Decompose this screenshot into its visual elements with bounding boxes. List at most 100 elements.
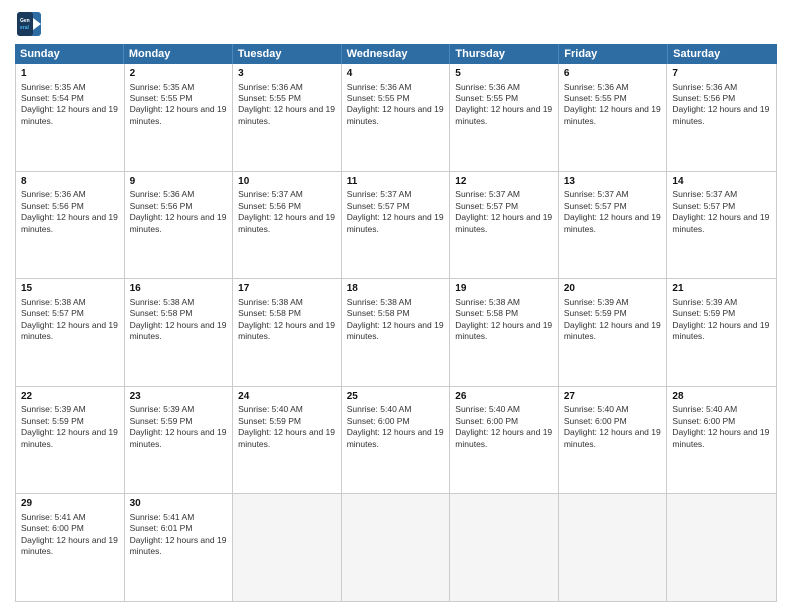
day-number: 19 [455, 282, 553, 296]
sunrise-text: Sunrise: 5:35 AM [130, 82, 228, 93]
sunrise-text: Sunrise: 5:37 AM [347, 189, 445, 200]
sunrise-text: Sunrise: 5:40 AM [455, 404, 553, 415]
day-number: 11 [347, 175, 445, 189]
day-cell-25: 25Sunrise: 5:40 AMSunset: 6:00 PMDayligh… [342, 387, 451, 494]
day-number: 3 [238, 67, 336, 81]
sunset-text: Sunset: 5:59 PM [672, 308, 771, 319]
day-cell-20: 20Sunrise: 5:39 AMSunset: 5:59 PMDayligh… [559, 279, 668, 386]
daylight-text: Daylight: 12 hours and 19 minutes. [130, 535, 228, 558]
day-number: 13 [564, 175, 662, 189]
day-number: 14 [672, 175, 771, 189]
sunrise-text: Sunrise: 5:36 AM [564, 82, 662, 93]
sunrise-text: Sunrise: 5:39 AM [564, 297, 662, 308]
daylight-text: Daylight: 12 hours and 19 minutes. [130, 320, 228, 343]
sunrise-text: Sunrise: 5:36 AM [347, 82, 445, 93]
day-number: 21 [672, 282, 771, 296]
day-cell-24: 24Sunrise: 5:40 AMSunset: 5:59 PMDayligh… [233, 387, 342, 494]
day-cell-23: 23Sunrise: 5:39 AMSunset: 5:59 PMDayligh… [125, 387, 234, 494]
day-cell-26: 26Sunrise: 5:40 AMSunset: 6:00 PMDayligh… [450, 387, 559, 494]
daylight-text: Daylight: 12 hours and 19 minutes. [672, 427, 771, 450]
daylight-text: Daylight: 12 hours and 19 minutes. [238, 104, 336, 127]
daylight-text: Daylight: 12 hours and 19 minutes. [672, 320, 771, 343]
daylight-text: Daylight: 12 hours and 19 minutes. [564, 320, 662, 343]
day-number: 15 [21, 282, 119, 296]
day-number: 24 [238, 390, 336, 404]
sunrise-text: Sunrise: 5:36 AM [130, 189, 228, 200]
day-number: 22 [21, 390, 119, 404]
sunrise-text: Sunrise: 5:36 AM [238, 82, 336, 93]
day-cell-3: 3Sunrise: 5:36 AMSunset: 5:55 PMDaylight… [233, 64, 342, 171]
empty-cell [559, 494, 668, 601]
daylight-text: Daylight: 12 hours and 19 minutes. [455, 320, 553, 343]
daylight-text: Daylight: 12 hours and 19 minutes. [130, 212, 228, 235]
daylight-text: Daylight: 12 hours and 19 minutes. [347, 320, 445, 343]
day-number: 26 [455, 390, 553, 404]
sunset-text: Sunset: 5:57 PM [564, 201, 662, 212]
day-number: 7 [672, 67, 771, 81]
day-number: 20 [564, 282, 662, 296]
empty-cell [233, 494, 342, 601]
day-number: 10 [238, 175, 336, 189]
calendar-body: 1Sunrise: 5:35 AMSunset: 5:54 PMDaylight… [15, 64, 777, 602]
sunset-text: Sunset: 6:00 PM [455, 416, 553, 427]
sunrise-text: Sunrise: 5:38 AM [238, 297, 336, 308]
svg-text:Gen: Gen [20, 18, 30, 24]
sunrise-text: Sunrise: 5:39 AM [21, 404, 119, 415]
header: Gen eral [15, 10, 777, 38]
sunset-text: Sunset: 5:58 PM [347, 308, 445, 319]
col-header-monday: Monday [124, 44, 233, 64]
page: Gen eral SundayMondayTuesdayWednesdayThu… [0, 0, 792, 612]
empty-cell [667, 494, 776, 601]
day-cell-29: 29Sunrise: 5:41 AMSunset: 6:00 PMDayligh… [16, 494, 125, 601]
sunrise-text: Sunrise: 5:37 AM [564, 189, 662, 200]
daylight-text: Daylight: 12 hours and 19 minutes. [564, 427, 662, 450]
sunset-text: Sunset: 5:58 PM [130, 308, 228, 319]
day-number: 9 [130, 175, 228, 189]
sunset-text: Sunset: 5:59 PM [21, 416, 119, 427]
daylight-text: Daylight: 12 hours and 19 minutes. [455, 104, 553, 127]
daylight-text: Daylight: 12 hours and 19 minutes. [21, 427, 119, 450]
day-number: 5 [455, 67, 553, 81]
day-number: 23 [130, 390, 228, 404]
sunrise-text: Sunrise: 5:39 AM [130, 404, 228, 415]
sunrise-text: Sunrise: 5:40 AM [672, 404, 771, 415]
day-cell-16: 16Sunrise: 5:38 AMSunset: 5:58 PMDayligh… [125, 279, 234, 386]
calendar-row-3: 15 Sunrise: 5:38 AM Sunset: 5:57 PM Dayligh… [16, 279, 776, 387]
svg-text:eral: eral [20, 25, 30, 31]
sunrise-text: Sunrise: 5:40 AM [238, 404, 336, 415]
calendar-row-4: 22Sunrise: 5:39 AMSunset: 5:59 PMDayligh… [16, 387, 776, 495]
calendar-header: SundayMondayTuesdayWednesdayThursdayFrid… [15, 44, 777, 64]
sunset-text: Sunset: 5:56 PM [672, 93, 771, 104]
day-number: 6 [564, 67, 662, 81]
day-number: 12 [455, 175, 553, 189]
sunset-text: Sunset: 5:55 PM [455, 93, 553, 104]
sunset-text: Sunset: 5:57 PM [21, 308, 119, 319]
calendar-row-5: 29Sunrise: 5:41 AMSunset: 6:00 PMDayligh… [16, 494, 776, 601]
sunrise-text: Sunrise: 5:41 AM [130, 512, 228, 523]
daylight-text: Daylight: 12 hours and 19 minutes. [21, 535, 119, 558]
day-number: 4 [347, 67, 445, 81]
day-number: 16 [130, 282, 228, 296]
daylight-text: Daylight: 12 hours and 19 minutes. [455, 427, 553, 450]
day-cell-12: 12Sunrise: 5:37 AMSunset: 5:57 PMDayligh… [450, 172, 559, 279]
day-number: 8 [21, 175, 119, 189]
sunset-text: Sunset: 5:59 PM [238, 416, 336, 427]
day-cell-17: 17Sunrise: 5:38 AMSunset: 5:58 PMDayligh… [233, 279, 342, 386]
sunrise-text: Sunrise: 5:37 AM [672, 189, 771, 200]
day-cell-6: 6Sunrise: 5:36 AMSunset: 5:55 PMDaylight… [559, 64, 668, 171]
day-number: 25 [347, 390, 445, 404]
sunset-text: Sunset: 6:00 PM [347, 416, 445, 427]
logo: Gen eral [15, 10, 47, 38]
sunrise-text: Sunrise: 5:40 AM [347, 404, 445, 415]
day-number: 30 [130, 497, 228, 511]
day-cell-30: 30Sunrise: 5:41 AMSunset: 6:01 PMDayligh… [125, 494, 234, 601]
day-cell-1: 1Sunrise: 5:35 AMSunset: 5:54 PMDaylight… [16, 64, 125, 171]
calendar: SundayMondayTuesdayWednesdayThursdayFrid… [15, 44, 777, 602]
daylight-text: Daylight: 12 hours and 19 minutes. [347, 212, 445, 235]
sunrise-text: Sunrise: 5:38 AM [347, 297, 445, 308]
daylight-text: Daylight: 12 hours and 19 minutes. [347, 427, 445, 450]
col-header-thursday: Thursday [450, 44, 559, 64]
day-cell-2: 2Sunrise: 5:35 AMSunset: 5:55 PMDaylight… [125, 64, 234, 171]
sunset-text: Sunset: 5:56 PM [21, 201, 119, 212]
day-number: 2 [130, 67, 228, 81]
